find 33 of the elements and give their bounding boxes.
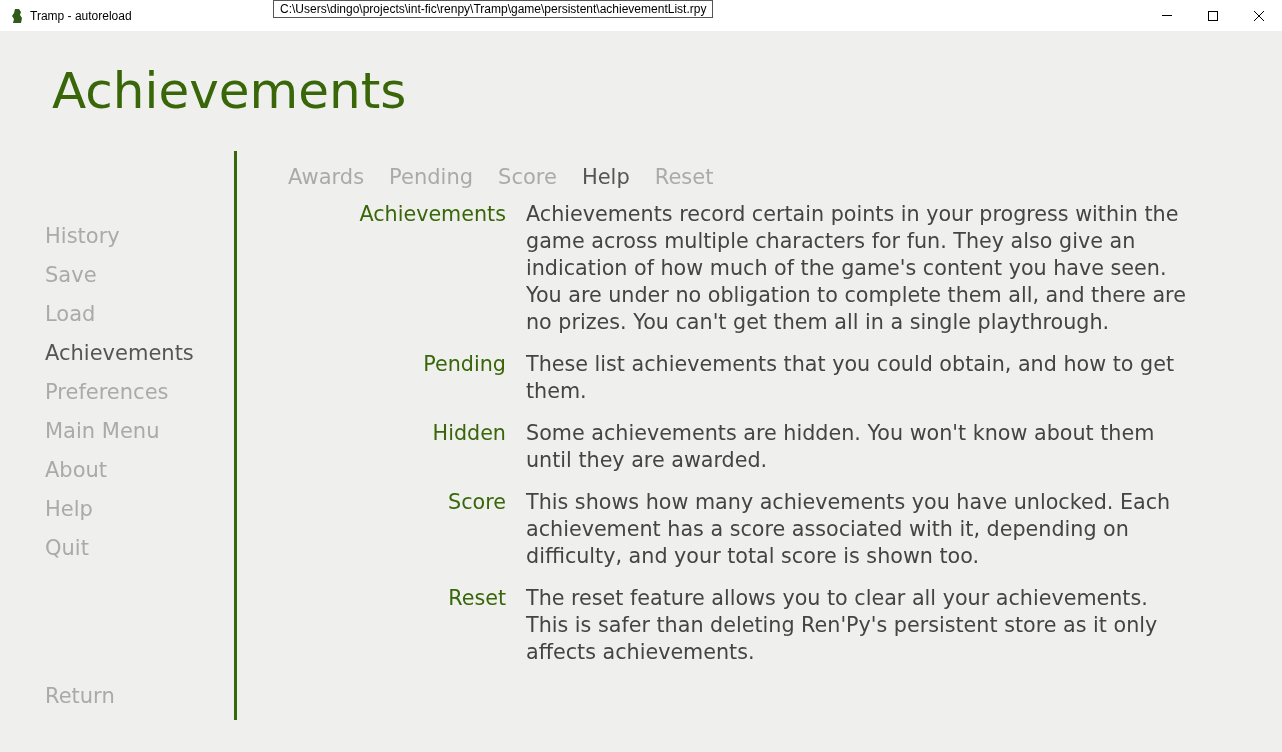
help-term: Score — [447, 489, 506, 516]
sidebar-item[interactable]: Achievements — [45, 334, 194, 373]
window-title: Tramp - autoreload — [30, 8, 132, 23]
close-icon — [1253, 9, 1265, 22]
help-text: These list achievements that you could obtain, and how to get them. — [526, 351, 1176, 405]
sidebar-item[interactable]: Load — [45, 295, 96, 334]
page-title: Achievements — [52, 61, 408, 122]
sidebar-item[interactable]: Save — [45, 256, 97, 295]
tab[interactable]: Score — [498, 161, 557, 193]
sidebar-item[interactable]: Preferences — [45, 373, 169, 412]
sidebar-item[interactable]: About — [45, 451, 108, 490]
maximize-icon — [1207, 9, 1219, 22]
sidebar-item[interactable]: Quit — [45, 529, 89, 568]
help-term: Achievements — [358, 201, 506, 228]
sidebar-item[interactable]: History — [45, 217, 120, 256]
tab[interactable]: Pending — [389, 161, 474, 193]
help-text: Some achievements are hidden. You won't know about them until they are awarded. — [526, 420, 1156, 474]
figure-icon — [11, 7, 23, 24]
minimize-icon — [1162, 15, 1172, 16]
tab[interactable]: Help — [581, 161, 630, 193]
help-text: Achievements record certain points in your progress within the game across multiple characters for fun. They also give an indication of how much of the game's content you have seen. — [526, 201, 1180, 282]
tab[interactable]: Awards — [288, 161, 365, 193]
tab[interactable]: Reset — [654, 161, 714, 193]
help-text: This shows how many achievements you have unlocked. Each achievement has a score associated with it, depending on difficulty, and your total score is shown too. — [526, 489, 1172, 570]
help-term: Hidden — [431, 420, 506, 447]
tooltip: C:\Users\dingo\projects\int-fic\renpy\Tramp\game\persistent\achievementList.rpy — [273, 0, 714, 18]
return-button[interactable]: Return — [45, 677, 233, 716]
help-text: You are under no obligation to complete them all, and there are no prizes. You can't get them all in a single playthrough. — [526, 282, 1187, 336]
sidebar-item[interactable]: Help — [45, 490, 93, 529]
help-term: Reset — [447, 585, 506, 612]
sidebar-item[interactable]: Main Menu — [45, 412, 160, 451]
help-term: Pending — [422, 351, 506, 378]
help-text: The reset feature allows you to clear all your achievements. This is safer than deleting Ren'Py's persistent store as it only affects achievements. — [526, 585, 1159, 666]
